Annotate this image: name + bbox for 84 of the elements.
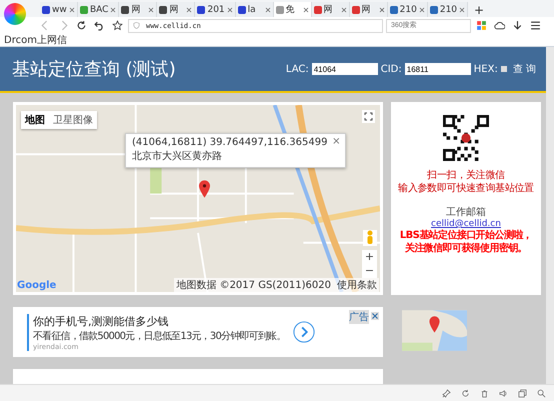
cid-label: CID: (380, 64, 402, 74)
favicon-icon (276, 6, 284, 14)
close-icon[interactable] (148, 6, 154, 12)
ad-description: 不看征信，借款50000元，日息低至13元，30分钟即可到账。 (33, 330, 286, 342)
cloud-icon[interactable] (494, 20, 505, 31)
window-icon[interactable] (518, 388, 527, 398)
search-icon[interactable] (537, 388, 546, 398)
close-button[interactable]: × (332, 136, 340, 147)
map-type-button[interactable]: 地图 (21, 111, 49, 129)
terms-link[interactable]: 使用条款 (337, 278, 377, 292)
page-title: 基站定位查询 (测试) (12, 58, 176, 81)
lac-label: LAC: (286, 64, 309, 74)
close-icon[interactable] (371, 312, 379, 320)
close-icon[interactable] (186, 6, 192, 12)
close-icon[interactable] (459, 6, 466, 12)
close-icon[interactable] (110, 6, 116, 12)
promo-text: 关注微信即可获得使用密钥。 (404, 242, 528, 255)
star-icon[interactable] (112, 20, 123, 31)
query-button[interactable]: 查 询 (512, 62, 536, 76)
trash-icon[interactable] (480, 388, 489, 398)
fullscreen-icon[interactable] (362, 110, 375, 123)
map-thumbnail-drawing (402, 310, 467, 351)
close-icon[interactable] (340, 6, 347, 12)
favicon-icon (390, 6, 398, 14)
map-type-button[interactable]: 卫星图像 (49, 111, 97, 129)
hex-label: HEX: (474, 64, 498, 74)
close-icon[interactable] (302, 6, 309, 12)
browser-tab[interactable]: 网 (157, 2, 196, 17)
favicon-icon (314, 6, 322, 14)
scrollbar[interactable] (546, 47, 554, 384)
close-icon[interactable] (226, 6, 233, 12)
browser-tab[interactable]: 网 (119, 2, 158, 17)
favicon-icon (352, 6, 360, 14)
zoom-out-button[interactable]: − (362, 264, 377, 278)
apps-icon[interactable] (476, 20, 487, 31)
favicon-icon (197, 6, 206, 14)
zoom-in-button[interactable]: + (362, 250, 377, 264)
scan-text: 输入参数即可快速查询基站位置 (398, 182, 534, 195)
browser-tab[interactable]: 210 (388, 2, 428, 17)
close-icon[interactable] (378, 6, 385, 12)
browser-tab[interactable]: 201 (195, 2, 236, 17)
pin-icon[interactable] (442, 388, 451, 398)
browser-tab[interactable]: 网 (350, 2, 388, 17)
download-icon[interactable] (512, 20, 523, 31)
browser-tab[interactable]: BAC (78, 2, 120, 17)
close-icon[interactable] (418, 6, 425, 12)
speaker-icon[interactable] (499, 388, 508, 398)
promo-text: LBS基站定位接口开始公测啦， (400, 229, 532, 242)
chevron-right-icon[interactable] (293, 321, 316, 343)
browser-tab[interactable]: ww (40, 2, 78, 17)
map-attribution: 地图数据 ©2017 GS(2011)6020 (176, 278, 331, 292)
favicon-icon (121, 6, 130, 14)
favicon-icon (159, 6, 168, 14)
info-text: 北京市大兴区黄亦路 (132, 150, 223, 163)
favicon-icon (238, 6, 246, 14)
browser-logo-icon[interactable] (4, 3, 26, 25)
browser-tab[interactable]: 免 (274, 2, 312, 17)
close-icon[interactable] (69, 6, 75, 12)
favicon-icon (42, 6, 50, 14)
location-pin-icon[interactable] (199, 180, 210, 198)
ad-badge[interactable]: 广告 (349, 310, 369, 324)
google-logo: Google (17, 280, 56, 291)
favicon-icon (80, 6, 88, 14)
info-text: (41064,16811) 39.764497,116.365499 (132, 137, 328, 148)
browser-tab[interactable]: 210 (428, 2, 468, 17)
email-label: 工作邮箱 (446, 206, 486, 219)
refresh-icon[interactable] (461, 388, 470, 398)
favicon-icon (430, 6, 438, 14)
bookmark-link[interactable]: Drcom上网信 (4, 34, 67, 46)
browser-tab[interactable]: 网 (312, 2, 350, 17)
ad-title: 你的手机号,测测能借多少钱 (33, 314, 170, 328)
cid-input[interactable]: 16811 (404, 63, 471, 75)
qr-code-icon (443, 115, 489, 161)
browser-tab[interactable]: la (236, 2, 274, 17)
menu-icon[interactable] (530, 20, 541, 31)
lac-input[interactable]: 41064 (312, 63, 378, 75)
close-icon[interactable] (264, 6, 271, 12)
scan-text: 扫一扫，关注微信 (427, 169, 505, 182)
hex-checkbox[interactable] (500, 66, 507, 72)
shield-icon (133, 22, 140, 29)
reload-icon[interactable] (76, 20, 87, 31)
new-tab-button[interactable]: + (468, 3, 490, 17)
undo-icon[interactable] (94, 20, 105, 31)
email-link[interactable]: cellid@cellid.cn (431, 219, 501, 229)
